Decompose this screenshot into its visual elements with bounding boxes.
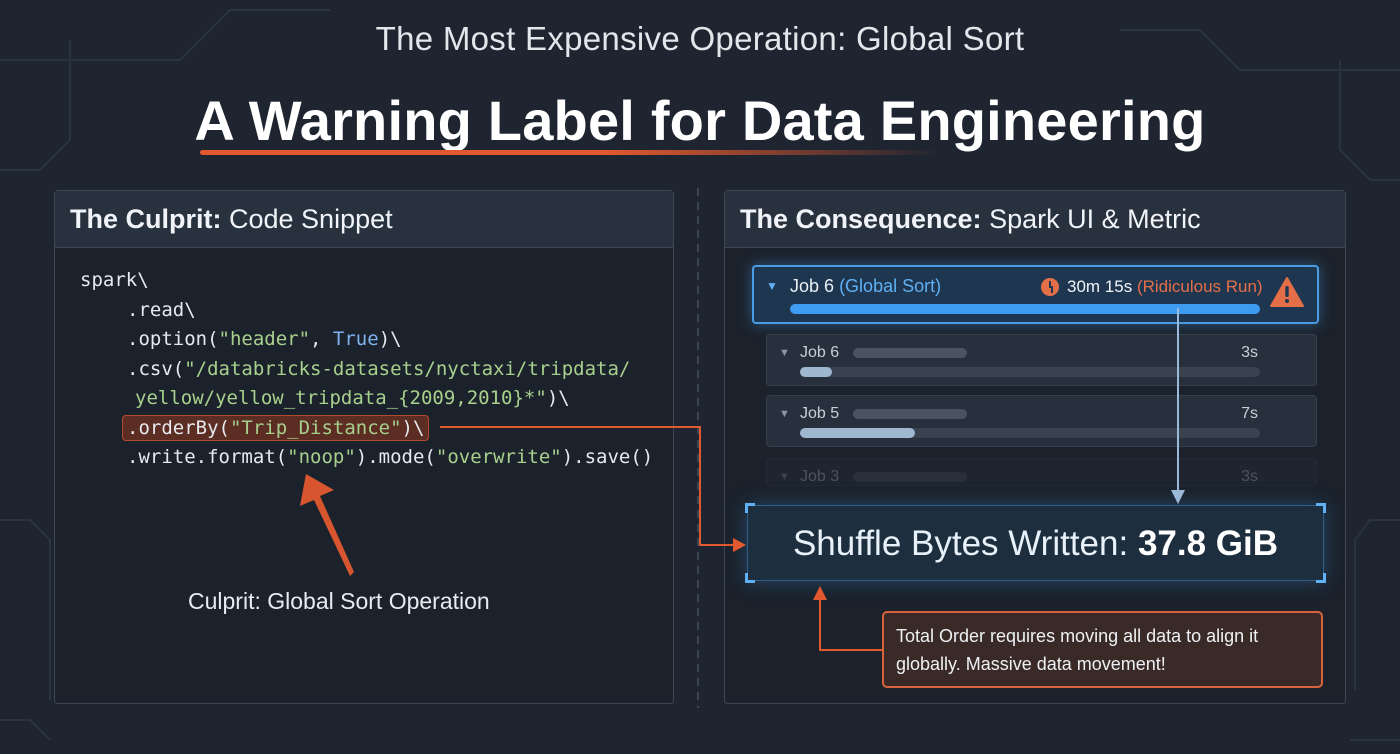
consequence-panel-title-rest: Spark UI & Metric (989, 204, 1201, 234)
job-row[interactable]: ▼ Job 3 3s (766, 458, 1317, 486)
metric-label: Shuffle Bytes Written: (792, 524, 1129, 563)
culprit-label: Culprit: Global Sort Operation (188, 588, 490, 614)
code-text: .read\ (127, 298, 196, 321)
job-progress-fill (800, 367, 832, 377)
job-duration-value: 30m 15s (1067, 277, 1133, 296)
job-duration-note: (Ridiculous Run) (1136, 277, 1263, 296)
caret-down-icon[interactable]: ▼ (779, 347, 790, 359)
job-duration: 3s (1241, 344, 1258, 361)
corner-bracket (1316, 573, 1326, 583)
code-text: )\ (378, 328, 402, 350)
code-text: ).mode( (355, 446, 436, 468)
metric-value: 37.8 GiB (1137, 524, 1279, 563)
job-description-placeholder (853, 472, 967, 482)
code-text: ).save() (561, 446, 654, 468)
page-title: A Warning Label for Data Engineering (194, 89, 1206, 152)
highlighted-orderby-code: .orderBy("Trip_Distance")\ (122, 414, 430, 441)
job-name: Job 5 (800, 405, 840, 422)
code-text: )\ (401, 416, 425, 439)
corner-bracket (745, 503, 755, 513)
caret-down-icon[interactable]: ▼ (766, 279, 778, 293)
code-string: yellow/yellow_tripdata_{2009,2010}*" (135, 387, 547, 409)
code-text: .orderBy( (127, 416, 230, 439)
shuffle-bytes-metric: Shuffle Bytes Written: 37.8 GiB (745, 503, 1326, 583)
code-line: .read\ (80, 296, 653, 326)
code-line: .write.format("noop").mode("overwrite").… (80, 443, 653, 473)
code-line: spark\ (80, 266, 653, 296)
job-name-text: Job 6 (790, 276, 835, 296)
job-name: Job 6 (Global Sort) (790, 276, 941, 297)
explanation-note: Total Order requires moving all data to … (882, 611, 1323, 688)
code-line: .option("header", True)\ (80, 325, 653, 355)
job-tag: (Global Sort) (839, 276, 942, 296)
code-text: , (310, 328, 333, 350)
code-text: spark\ (80, 269, 149, 291)
job-duration: 30m 15s (Ridiculous Run) (1067, 277, 1263, 297)
culprit-panel-title-rest: Code Snippet (229, 204, 393, 234)
page-kicker: The Most Expensive Operation: Global Sor… (375, 20, 1025, 57)
job-progress-bar (790, 304, 1260, 314)
warning-triangle-icon (1270, 277, 1304, 307)
corner-bracket (745, 573, 755, 583)
code-string: "noop" (287, 446, 356, 468)
code-string: "Trip_Distance" (229, 416, 402, 439)
code-text: .csv( (127, 357, 185, 380)
code-text: .option( (127, 328, 219, 350)
title-underline (200, 150, 940, 155)
job-row[interactable]: ▼ Job 6 3s (766, 334, 1317, 386)
code-keyword: True (332, 328, 379, 350)
job-description-placeholder (853, 348, 967, 358)
code-string: "header" (218, 328, 311, 350)
job-row-main[interactable]: ▼ Job 6 (Global Sort) 30m 15s (Ridiculou… (752, 265, 1319, 324)
code-line: yellow/yellow_tripdata_{2009,2010}*")\ (80, 384, 653, 414)
code-text: )\ (546, 387, 570, 409)
code-string: "overwrite" (435, 446, 562, 468)
caret-down-icon[interactable]: ▼ (779, 408, 790, 420)
caret-down-icon[interactable]: ▼ (779, 471, 790, 483)
code-snippet: spark\ .read\ .option("header", True)\ .csv… (80, 266, 653, 473)
job-duration: 3s (1241, 468, 1258, 485)
code-text: .write.format( (127, 446, 288, 468)
code-string: "/databricks-datasets/nyctaxi/tripdata/ (184, 357, 631, 380)
consequence-panel-title-bold: The Consequence: (740, 204, 982, 234)
job-duration: 7s (1241, 405, 1258, 422)
code-line: .orderBy("Trip_Distance")\ (80, 414, 653, 444)
clock-icon (1041, 278, 1059, 296)
job-description-placeholder (853, 409, 967, 419)
job-name: Job 6 (800, 344, 840, 361)
job-progress-fill (800, 428, 915, 438)
culprit-panel-header: The Culprit: Code Snippet (55, 191, 673, 248)
culprit-panel-title-bold: The Culprit: (70, 204, 222, 234)
job-row[interactable]: ▼ Job 5 7s (766, 395, 1317, 447)
code-line: .csv("/databricks-datasets/nyctaxi/tripd… (80, 355, 653, 385)
job-name: Job 3 (800, 468, 840, 485)
consequence-panel-header: The Consequence: Spark UI & Metric (725, 191, 1345, 248)
corner-bracket (1316, 503, 1326, 513)
job-progress-track (800, 367, 1260, 377)
panel-divider (697, 188, 699, 708)
